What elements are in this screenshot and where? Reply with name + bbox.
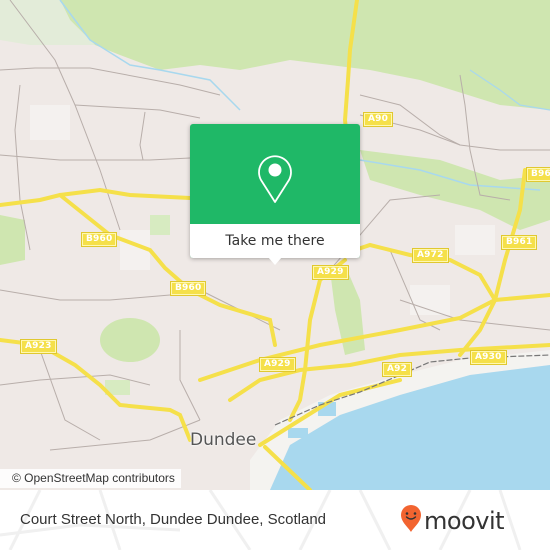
road-label-a929-2: A929 bbox=[259, 357, 296, 372]
road-label-a92: A92 bbox=[381, 362, 413, 377]
map[interactable]: A90 B960 B960 A929 A972 B961 B960 A923 A… bbox=[0, 0, 550, 490]
road-label-a90: A90 bbox=[362, 112, 394, 127]
location-popup: Take me there bbox=[190, 124, 360, 265]
moovit-wordmark: moovit bbox=[424, 507, 505, 535]
address-text: Court Street North, Dundee Dundee, Scotl… bbox=[20, 511, 327, 528]
map-attribution[interactable]: © OpenStreetMap contributors bbox=[0, 469, 181, 488]
road-label-b960-2: B960 bbox=[169, 281, 207, 296]
moovit-logo-icon bbox=[400, 505, 422, 537]
road-label-a930: A930 bbox=[470, 350, 507, 365]
city-label: Dundee bbox=[190, 430, 257, 450]
road-label-b960-3: B960 bbox=[525, 167, 550, 182]
road-label-a972: A972 bbox=[412, 248, 449, 263]
footer: Court Street North, Dundee Dundee, Scotl… bbox=[0, 490, 550, 550]
road-label-a923: A923 bbox=[20, 339, 57, 354]
moovit-brand[interactable]: moovit bbox=[400, 505, 505, 537]
road-label-a929: A929 bbox=[312, 265, 349, 280]
take-me-there-button[interactable]: Take me there bbox=[190, 224, 360, 258]
road-label-b960: B960 bbox=[80, 232, 118, 247]
popup-pointer bbox=[268, 257, 282, 265]
road-label-b961: B961 bbox=[500, 235, 538, 250]
